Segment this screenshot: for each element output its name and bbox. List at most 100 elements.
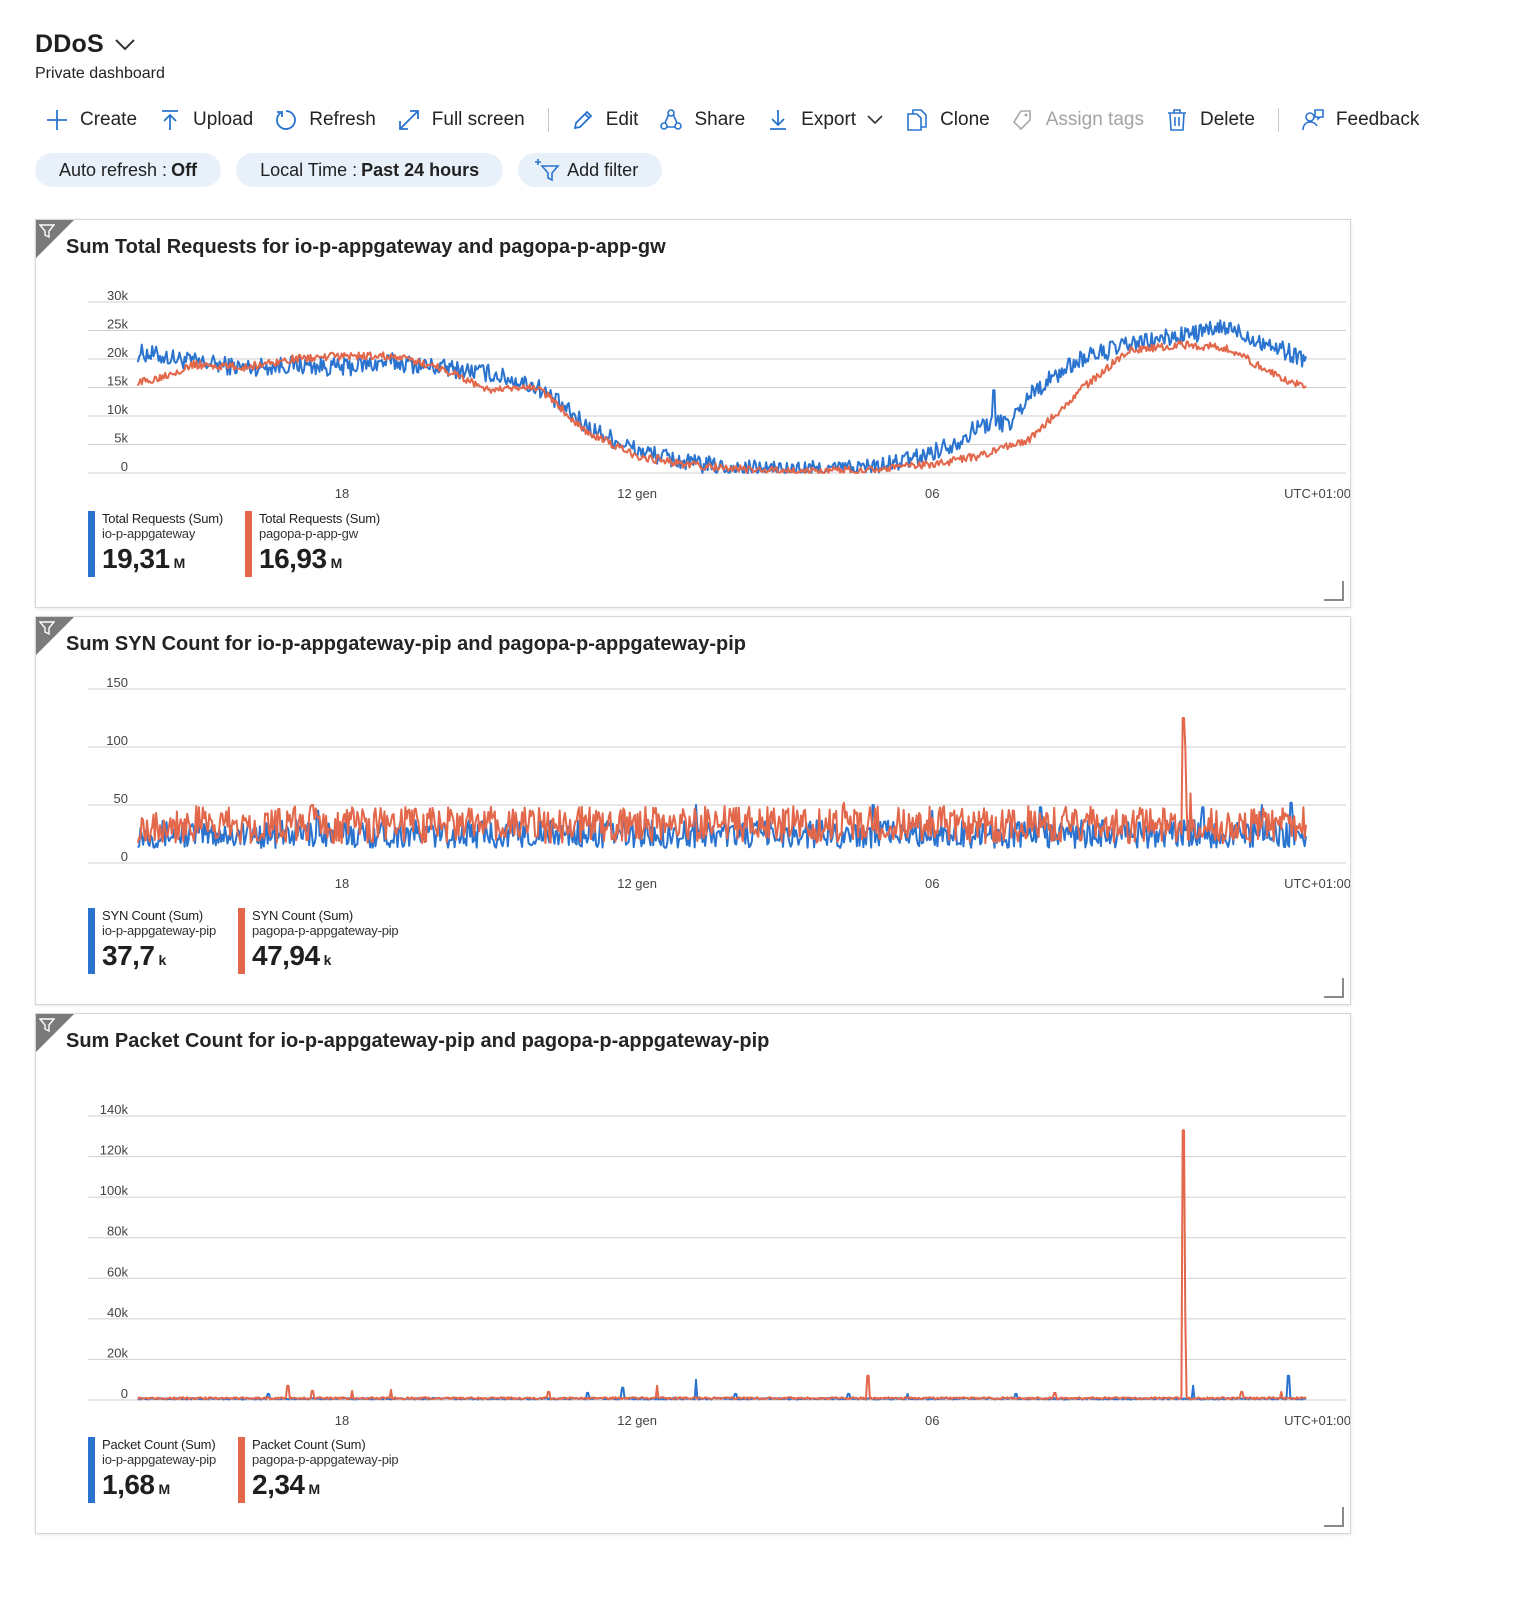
legend-color-swatch (238, 1437, 245, 1503)
resize-handle[interactable] (1324, 978, 1344, 998)
legend-item[interactable]: SYN Count (Sum) pagopa-p-appgateway-pip … (238, 908, 399, 974)
add-filter-icon (535, 159, 560, 182)
dashboard-title: DDoS (35, 30, 104, 58)
y-tick-label: 0 (121, 849, 128, 864)
legend-series-name: Total Requests (Sum) (102, 511, 223, 526)
legend-unit: M (158, 1481, 171, 1497)
chevron-down-icon[interactable] (114, 38, 136, 52)
create-button[interactable]: Create (35, 103, 148, 137)
share-label: Share (694, 109, 746, 130)
y-tick-label: 50 (114, 791, 128, 806)
legend-color-swatch (245, 511, 252, 577)
legend-unit: M (308, 1481, 321, 1497)
legend-value: 1,68 (102, 1469, 155, 1500)
series-line (137, 1129, 1307, 1401)
y-tick-label: 100k (100, 1183, 129, 1198)
legend-value: 2,34 (252, 1469, 305, 1500)
full-screen-button[interactable]: Full screen (387, 103, 536, 137)
legend-series-name: SYN Count (Sum) (252, 908, 354, 923)
timezone-label: UTC+01:00 (1284, 1413, 1350, 1428)
chart-tile-total-requests[interactable]: Sum Total Requests for io-p-appgateway a… (35, 219, 1351, 608)
legend-unit: M (330, 555, 343, 571)
clone-icon (907, 109, 927, 131)
edit-label: Edit (605, 109, 639, 130)
timezone-label: UTC+01:00 (1284, 486, 1350, 501)
share-button[interactable]: Share (649, 103, 756, 137)
legend-color-swatch (88, 511, 95, 577)
plus-icon (47, 110, 67, 130)
x-tick-label: 18 (335, 1413, 349, 1428)
auto-refresh-value: Off (171, 159, 198, 180)
resize-handle[interactable] (1324, 581, 1344, 601)
legend-series-name: SYN Count (Sum) (102, 908, 204, 923)
toolbar-divider (1277, 108, 1279, 132)
series-line (136, 340, 1307, 474)
legend-resource: io-p-appgateway (102, 526, 196, 541)
legend-series-name: Packet Count (Sum) (252, 1437, 366, 1452)
legend-item[interactable]: Total Requests (Sum) io-p-appgateway 19,… (88, 511, 223, 577)
time-range-label: Local Time : (260, 159, 358, 180)
legend-total: 1,68 M (102, 1469, 216, 1505)
y-tick-label: 5k (114, 431, 128, 446)
legend-series-name: Total Requests (Sum) (259, 511, 380, 526)
y-tick-label: 80k (107, 1224, 128, 1239)
filter-icon (39, 224, 55, 239)
legend-resource: pagopa-p-app-gw (259, 526, 358, 541)
add-filter-pill[interactable]: Add filter (518, 153, 663, 187)
legend-item[interactable]: SYN Count (Sum) io-p-appgateway-pip 37,7… (88, 908, 216, 974)
auto-refresh-pill[interactable]: Auto refresh : Off (35, 153, 222, 187)
y-tick-label: 0 (121, 1386, 128, 1401)
upload-icon (162, 110, 179, 130)
command-bar: Create Upload Refresh Full screen Edit S… (35, 103, 1430, 137)
y-tick-label: 30k (107, 288, 128, 303)
feedback-label: Feedback (1335, 109, 1420, 130)
feedback-button[interactable]: Feedback (1291, 103, 1430, 137)
chart-title: Sum Total Requests for io-p-appgateway a… (66, 236, 666, 258)
resize-handle[interactable] (1324, 1507, 1344, 1527)
legend-item[interactable]: Total Requests (Sum) pagopa-p-app-gw 16,… (245, 511, 380, 577)
legend-item[interactable]: Packet Count (Sum) io-p-appgateway-pip 1… (88, 1437, 216, 1503)
y-tick-label: 150 (106, 675, 128, 690)
tag-icon (1012, 110, 1031, 131)
x-tick-label: 18 (335, 486, 349, 501)
y-tick-label: 25k (107, 317, 128, 332)
legend-item[interactable]: Packet Count (Sum) pagopa-p-appgateway-p… (238, 1437, 399, 1503)
clone-label: Clone (940, 109, 990, 130)
edit-button[interactable]: Edit (561, 103, 650, 137)
series-line (136, 717, 1307, 845)
time-range-pill[interactable]: Local Time : Past 24 hours (236, 153, 504, 187)
legend-unit: k (158, 952, 167, 968)
legend-resource: pagopa-p-appgateway-pip (252, 1452, 399, 1467)
chart-title: Sum Packet Count for io-p-appgateway-pip… (66, 1030, 770, 1052)
toolbar-divider (547, 108, 549, 132)
delete-button[interactable]: Delete (1155, 103, 1266, 137)
refresh-button[interactable]: Refresh (264, 103, 387, 137)
dashboard-header: DDoS Private dashboard (35, 30, 165, 83)
y-tick-label: 15k (107, 374, 128, 389)
x-tick-label: 06 (925, 876, 939, 891)
legend-value: 16,93 (259, 543, 327, 574)
assign-tags-button[interactable]: Assign tags (1001, 103, 1155, 137)
auto-refresh-label: Auto refresh : (59, 159, 168, 180)
clone-button[interactable]: Clone (895, 103, 1001, 137)
add-filter-label: Add filter (567, 159, 639, 180)
share-icon (660, 109, 683, 130)
legend-unit: M (173, 555, 186, 571)
dashboard-subtitle: Private dashboard (35, 65, 165, 82)
chart-tile-syn-count[interactable]: Sum SYN Count for io-p-appgateway-pip an… (35, 616, 1351, 1005)
y-tick-label: 20k (107, 1345, 128, 1360)
legend-value: 47,94 (252, 940, 320, 971)
filter-icon (39, 1018, 55, 1033)
filter-pills: Auto refresh : Off Local Time : Past 24 … (35, 153, 677, 187)
legend-unit: k (323, 952, 332, 968)
y-tick-label: 40k (107, 1305, 128, 1320)
upload-button[interactable]: Upload (148, 103, 264, 137)
time-range-value: Past 24 hours (361, 159, 480, 180)
full-screen-label: Full screen (431, 109, 525, 130)
chart-legend: Packet Count (Sum) io-p-appgateway-pip 1… (88, 1437, 420, 1503)
upload-label: Upload (193, 109, 254, 130)
y-tick-label: 0 (121, 459, 128, 474)
chart-tile-packet-count[interactable]: Sum Packet Count for io-p-appgateway-pip… (35, 1013, 1351, 1534)
chart-legend: Total Requests (Sum) io-p-appgateway 19,… (88, 511, 402, 577)
export-button[interactable]: Export (756, 103, 895, 137)
